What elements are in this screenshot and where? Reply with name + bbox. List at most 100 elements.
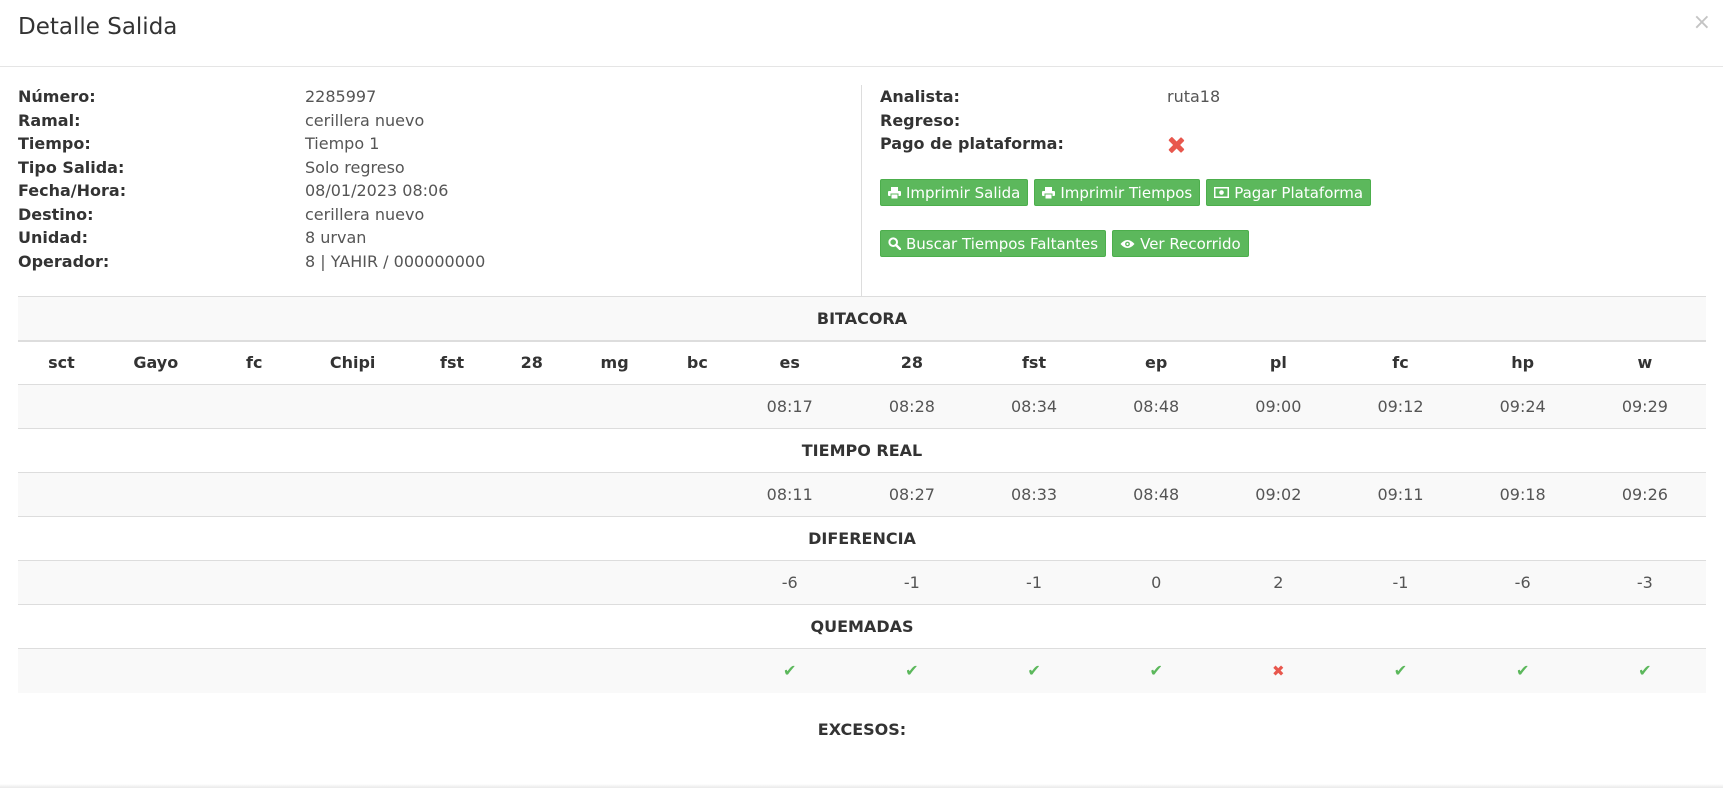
diferencia-cell: -6 [1461, 560, 1584, 605]
column-header: ep [1095, 339, 1218, 385]
bitacora-cell [666, 384, 729, 429]
tiempo-real-cell [500, 472, 564, 517]
info-value: Solo regreso [305, 157, 405, 177]
quemadas-cell: ✔ [1339, 648, 1462, 693]
tiempo-real-title: TIEMPO REAL [18, 428, 1706, 473]
column-header: fst [972, 339, 1096, 385]
ver-recorrido-label: Ver Recorrido [1140, 234, 1241, 253]
quemadas-row: ✔ ✔ ✔ ✔ ✖ ✔ ✔ ✔ [18, 648, 1706, 693]
info-row-tipo-salida: Tipo Salida: Solo regreso [18, 156, 858, 180]
column-header: es [728, 339, 851, 385]
column-header: pl [1217, 339, 1340, 385]
quemadas-cell [666, 648, 729, 693]
tiempo-real-cell [403, 472, 501, 517]
eye-icon [1120, 239, 1135, 249]
info-row-unidad: Unidad: 8 urvan [18, 226, 858, 250]
vertical-divider [861, 85, 862, 297]
bitacora-cell [301, 384, 404, 429]
column-header: hp [1461, 339, 1584, 385]
bitacora-title-row: BITACORA [18, 296, 1706, 341]
diferencia-cell [403, 560, 501, 605]
diferencia-cell: 2 [1217, 560, 1340, 605]
info-value: cerillera nuevo [305, 204, 425, 224]
quemadas-cell: ✔ [1461, 648, 1584, 693]
column-header: w [1583, 339, 1706, 385]
info-value: Tiempo 1 [305, 134, 380, 154]
tiempo-real-cell [18, 472, 105, 517]
tiempo-real-row: 08:11 08:27 08:33 08:48 09:02 09:11 09:18 09:26 [18, 472, 1706, 517]
bitacora-cell [104, 384, 207, 429]
tiempo-real-cell [206, 472, 302, 517]
diferencia-cell: -1 [850, 560, 973, 605]
bitacora-cell: 09:00 [1217, 384, 1340, 429]
bitacora-cell: 08:34 [972, 384, 1096, 429]
quemadas-cell: ✔ [850, 648, 973, 693]
bitacora-cell [18, 384, 105, 429]
tiempo-real-cell [666, 472, 729, 517]
column-header: 28 [850, 339, 973, 385]
bitacora-cell: 08:28 [850, 384, 973, 429]
tiempo-real-cell: 08:27 [850, 472, 973, 517]
cross-icon: ✖ [1272, 662, 1285, 681]
column-header: fst [403, 339, 501, 385]
check-icon: ✔ [905, 661, 919, 681]
info-value: 8 | YAHIR / 000000000 [305, 251, 486, 271]
tiempo-real-cell [563, 472, 667, 517]
info-label: Ramal: [18, 110, 81, 130]
regreso-label: Regreso: [880, 110, 961, 130]
ver-recorrido-button[interactable]: Ver Recorrido [1112, 230, 1249, 257]
column-header-row: sct Gayo fc Chipi fst 28 mg bc es 28 fst ep pl fc hp w [18, 339, 1706, 385]
bitacora-cell [563, 384, 667, 429]
check-icon: ✔ [1393, 661, 1408, 681]
imprimir-salida-button[interactable]: Imprimir Salida [880, 179, 1029, 206]
info-label: Tipo Salida: [18, 157, 125, 177]
modal-title: Detalle Salida [18, 14, 178, 40]
diferencia-cell [666, 560, 729, 605]
excesos-label: EXCESOS: [817, 720, 907, 739]
info-row-operador: Operador: 8 | YAHIR / 000000000 [18, 250, 858, 274]
detalle-salida-modal: Detalle Salida × Número: 2285997 Ramal: … [0, 0, 1723, 788]
imprimir-tiempos-label: Imprimir Tiempos [1060, 183, 1193, 202]
column-header: Chipi [301, 339, 404, 385]
times-table-wrapper: BITACORA sct Gayo fc Chipi fst 28 mg bc es 28 fst e… [18, 296, 1706, 693]
pagar-plataforma-button[interactable]: Pagar Plataforma [1206, 179, 1372, 206]
pago-plataforma-label: Pago de plataforma: [880, 134, 1064, 153]
quemadas-cell [18, 648, 105, 693]
diferencia-cell: -1 [972, 560, 1096, 605]
quemadas-cell: ✔ [1583, 648, 1706, 693]
diferencia-cell [206, 560, 302, 605]
print-icon [1042, 186, 1056, 199]
quemadas-cell: ✔ [1095, 648, 1218, 693]
cross-icon [1167, 136, 1185, 154]
check-icon: ✔ [1027, 661, 1041, 681]
bitacora-cell: 08:17 [728, 384, 851, 429]
info-area: Número: 2285997 Ramal: cerillera nuevo T… [0, 67, 1723, 297]
close-icon[interactable]: × [1693, 12, 1711, 34]
column-header: 28 [500, 339, 564, 385]
diferencia-cell [18, 560, 105, 605]
times-table: BITACORA sct Gayo fc Chipi fst 28 mg bc es 28 fst e… [18, 296, 1706, 693]
tiempo-real-cell: 09:11 [1339, 472, 1462, 517]
pagar-plataforma-label: Pagar Plataforma [1234, 183, 1364, 202]
bitacora-cell [403, 384, 501, 429]
quemadas-cell: ✔ [972, 648, 1096, 693]
info-row-pago-plataforma: Pago de plataforma: [880, 132, 1700, 165]
buscar-tiempos-faltantes-button[interactable]: Buscar Tiempos Faltantes [880, 230, 1107, 257]
print-icon [888, 186, 901, 199]
diferencia-cell [301, 560, 404, 605]
imprimir-tiempos-button[interactable]: Imprimir Tiempos [1034, 179, 1201, 206]
bitacora-cell: 09:24 [1461, 384, 1584, 429]
info-left-panel: Número: 2285997 Ramal: cerillera nuevo T… [18, 85, 858, 273]
info-label: Operador: [18, 251, 110, 271]
info-label: Fecha/Hora: [18, 181, 127, 201]
tiempo-real-cell: 08:33 [972, 472, 1096, 517]
quemadas-title: QUEMADAS [18, 604, 1706, 649]
bitacora-cell [500, 384, 564, 429]
info-label: Tiempo: [18, 134, 91, 154]
column-header: sct [18, 339, 105, 385]
info-value: 2285997 [305, 87, 377, 107]
analista-value: ruta18 [1167, 87, 1221, 107]
action-buttons-row-1: Imprimir Salida Imprimir Tiempos Pagar P… [880, 179, 1700, 206]
check-icon: ✔ [1149, 661, 1163, 681]
tiempo-real-cell: 09:18 [1461, 472, 1584, 517]
